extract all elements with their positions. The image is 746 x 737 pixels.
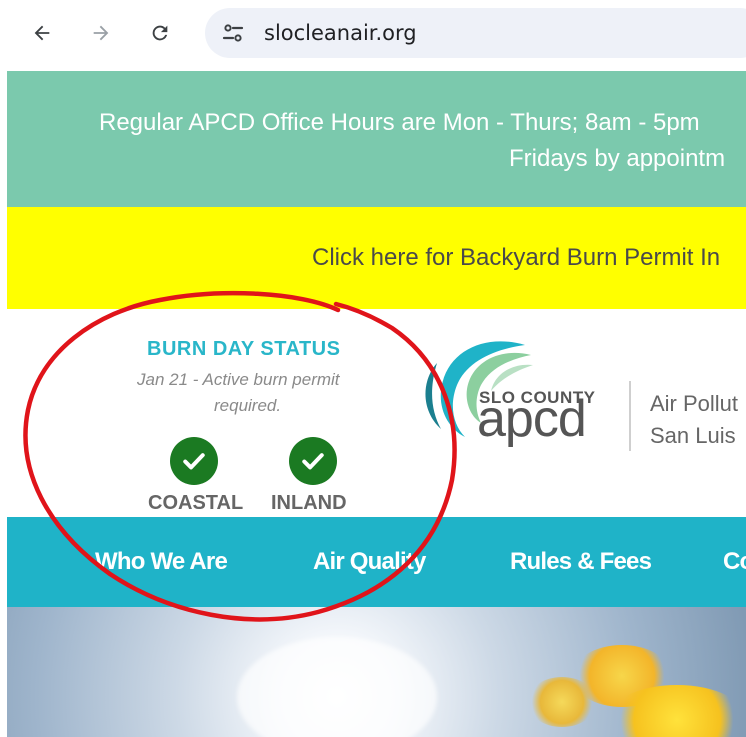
coastal-status-badge (170, 437, 218, 485)
office-hours-banner: Regular APCD Office Hours are Mon - Thur… (7, 71, 746, 207)
logo-tagline-line1: Air Pollut (650, 391, 739, 416)
burn-permit-link[interactable]: Click here for Backyard Burn Permit In (312, 244, 720, 272)
coastal-label: COASTAL (148, 492, 244, 514)
reload-button[interactable] (145, 18, 175, 48)
site-info-icon[interactable] (221, 21, 245, 45)
nav-air-quality[interactable]: Air Quality (313, 548, 426, 576)
inland-label: INLAND (271, 492, 347, 514)
hero-image (7, 607, 746, 737)
burn-status-title: BURN DAY STATUS (147, 338, 341, 360)
burn-status-note: required. (214, 396, 282, 415)
apcd-logo[interactable]: SLO COUNTY apcd Air Pollut San Luis (415, 333, 746, 463)
office-hours-appointment-text: Fridays by appointm (509, 145, 726, 172)
hero-sun-glow (237, 637, 437, 737)
main-nav: Who We Are Air Quality Rules & Fees Co (7, 517, 746, 607)
address-bar[interactable]: slocleanair.org (205, 8, 746, 58)
nav-rules-fees[interactable]: Rules & Fees (510, 548, 652, 576)
logo-divider (629, 381, 631, 451)
burn-permit-banner[interactable]: Click here for Backyard Burn Permit In (7, 207, 746, 309)
reload-icon (152, 25, 168, 41)
office-hours-text: Regular APCD Office Hours are Mon - Thur… (99, 109, 700, 136)
burn-status-date: Jan 21 - Active burn permit (137, 370, 340, 389)
logo-tagline-line2: San Luis (650, 423, 736, 448)
check-icon (302, 453, 324, 470)
url-text: slocleanair.org (264, 21, 417, 45)
web-page: Regular APCD Office Hours are Mon - Thur… (7, 71, 746, 737)
nav-item-truncated[interactable]: Co (723, 548, 746, 576)
nav-who-we-are[interactable]: Who We Are (95, 548, 228, 576)
browser-toolbar: slocleanair.org (0, 0, 746, 68)
burn-day-status: BURN DAY STATUS Jan 21 - Active burn per… (107, 336, 397, 516)
back-button[interactable] (27, 18, 57, 48)
arrow-right-icon (93, 25, 109, 41)
arrow-left-icon (34, 25, 50, 41)
inland-status-badge (289, 437, 337, 485)
logo-apcd-text: apcd (477, 390, 587, 448)
forward-button[interactable] (86, 18, 116, 48)
check-icon (183, 453, 205, 470)
